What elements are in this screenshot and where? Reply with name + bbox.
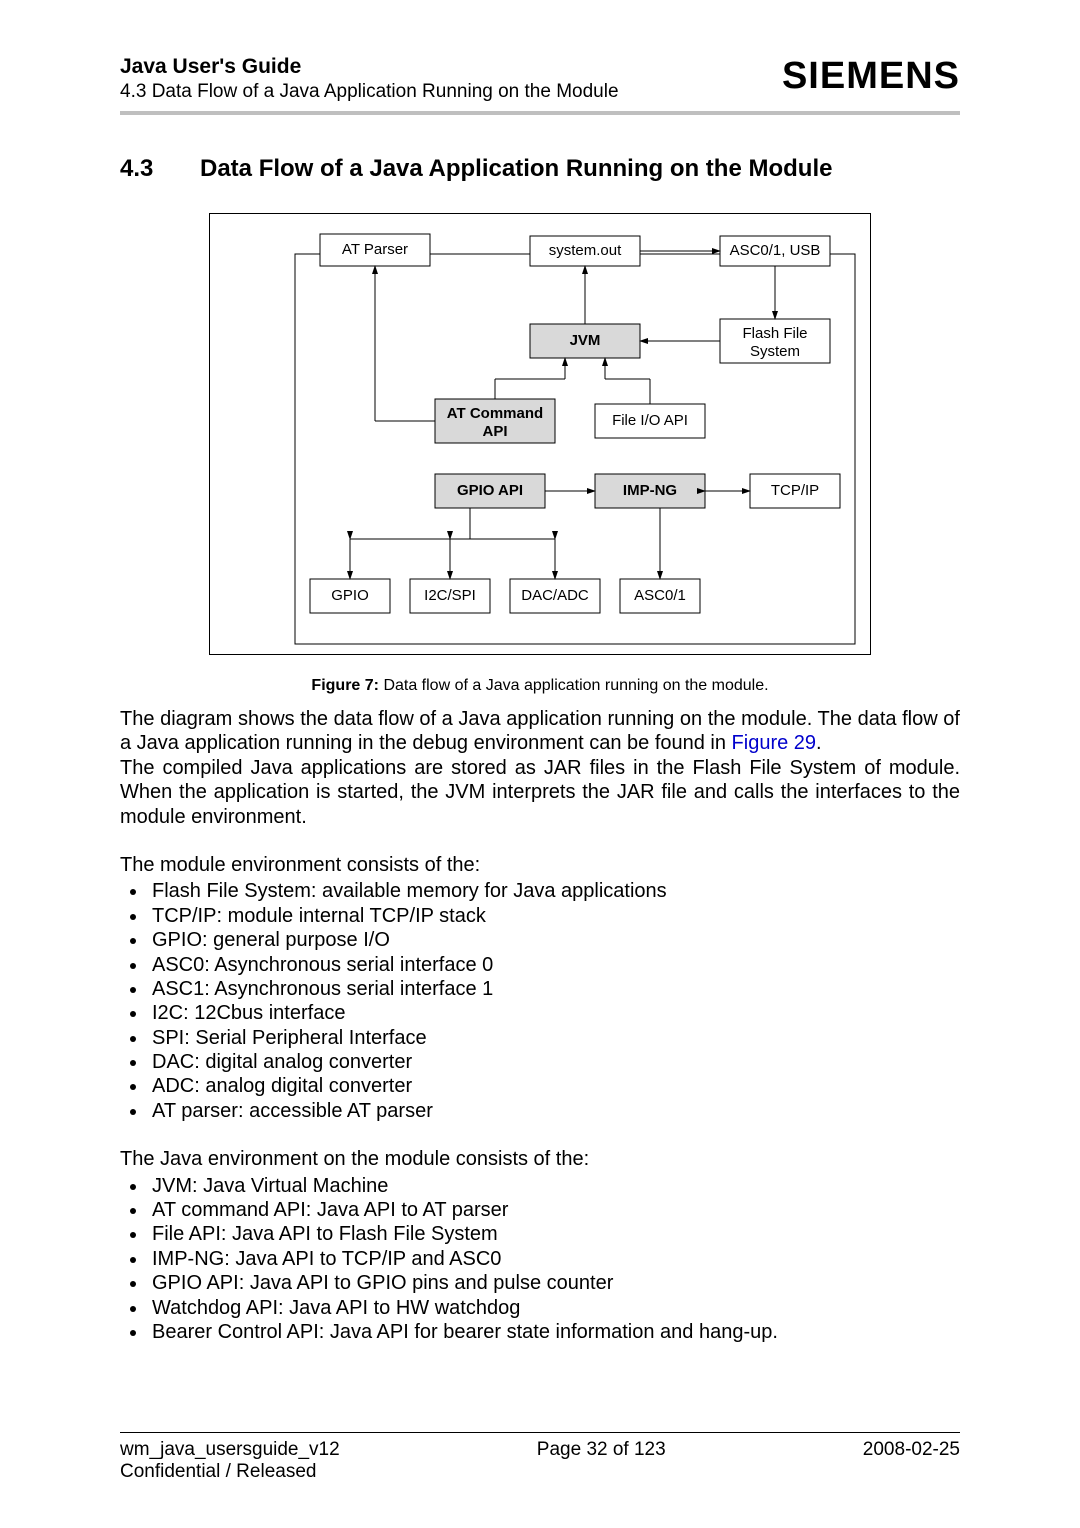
list-item: IMP-NG: Java API to TCP/IP and ASC0 [148, 1247, 960, 1271]
java-env-list: JVM: Java Virtual MachineAT command API:… [120, 1174, 960, 1345]
node-i2c-spi: I2C/SPI [424, 587, 476, 604]
list-item: I2C: 12Cbus interface [148, 1001, 960, 1025]
list-item: AT parser: accessible AT parser [148, 1099, 960, 1123]
intro-module-env: The module environment consists of the: [120, 853, 960, 877]
footer-class: Confidential / Released [120, 1461, 960, 1483]
node-dac-adc: DAC/ADC [521, 587, 589, 604]
list-item: TCP/IP: module internal TCP/IP stack [148, 904, 960, 928]
list-item: GPIO API: Java API to GPIO pins and puls… [148, 1271, 960, 1295]
footer-doc: wm_java_usersguide_v12 [120, 1439, 340, 1461]
figure-label: Figure 7: [311, 677, 379, 694]
list-item: AT command API: Java API to AT parser [148, 1198, 960, 1222]
paragraph-1: The diagram shows the data flow of a Jav… [120, 707, 960, 829]
list-item: DAC: digital analog converter [148, 1050, 960, 1074]
footer-date: 2008-02-25 [863, 1439, 960, 1461]
figure-text: Data flow of a Java application running … [383, 677, 768, 694]
doc-title: Java User's Guide [120, 55, 619, 79]
node-system-out: system.out [549, 242, 622, 259]
intro-java-env: The Java environment on the module consi… [120, 1147, 960, 1171]
node-asc01-usb: ASC0/1, USB [730, 242, 821, 259]
data-flow-diagram: AT Parser system.out ASC0/1, USB JVM Fla… [209, 213, 871, 655]
node-at-parser: AT Parser [342, 241, 408, 258]
node-imp-ng: IMP-NG [623, 482, 677, 499]
page-footer: wm_java_usersguide_v12 Page 32 of 123 20… [120, 1432, 960, 1483]
list-item: Flash File System: available memory for … [148, 879, 960, 903]
list-item: Bearer Control API: Java API for bearer … [148, 1320, 960, 1344]
diagram-container: AT Parser system.out ASC0/1, USB JVM Fla… [120, 213, 960, 655]
figure-link[interactable]: Figure 29 [732, 732, 817, 754]
list-item: ASC0: Asynchronous serial interface 0 [148, 953, 960, 977]
list-item: JVM: Java Virtual Machine [148, 1174, 960, 1198]
node-gpio-api: GPIO API [457, 482, 523, 499]
section-title: Data Flow of a Java Application Running … [200, 155, 832, 183]
list-item: SPI: Serial Peripheral Interface [148, 1026, 960, 1050]
list-item: GPIO: general purpose I/O [148, 928, 960, 952]
list-item: File API: Java API to Flash File System [148, 1222, 960, 1246]
node-gpio: GPIO [331, 587, 369, 604]
node-tcpip: TCP/IP [771, 482, 819, 499]
node-at-cmd-2: API [482, 423, 507, 440]
footer-rule [120, 1432, 960, 1433]
header-rule [120, 111, 960, 115]
node-flash-fs-1: Flash File [742, 325, 807, 342]
node-jvm: JVM [570, 332, 601, 349]
page-header: Java User's Guide 4.3 Data Flow of a Jav… [120, 55, 960, 103]
footer-page: Page 32 of 123 [537, 1439, 666, 1461]
paragraph-2: The compiled Java applications are store… [120, 757, 960, 828]
list-item: Watchdog API: Java API to HW watchdog [148, 1296, 960, 1320]
brand-logo: SIEMENS [782, 55, 960, 98]
module-env-list: Flash File System: available memory for … [120, 879, 960, 1123]
doc-subtitle: 4.3 Data Flow of a Java Application Runn… [120, 81, 619, 103]
figure-caption: Figure 7: Data flow of a Java applicatio… [120, 677, 960, 695]
node-asc01: ASC0/1 [634, 587, 686, 604]
section-number: 4.3 [120, 155, 200, 183]
node-flash-fs-2: System [750, 343, 800, 360]
node-file-io: File I/O API [612, 412, 688, 429]
section-heading: 4.3 Data Flow of a Java Application Runn… [120, 155, 960, 183]
node-at-cmd-1: AT Command [447, 405, 543, 422]
list-item: ADC: analog digital converter [148, 1074, 960, 1098]
list-item: ASC1: Asynchronous serial interface 1 [148, 977, 960, 1001]
